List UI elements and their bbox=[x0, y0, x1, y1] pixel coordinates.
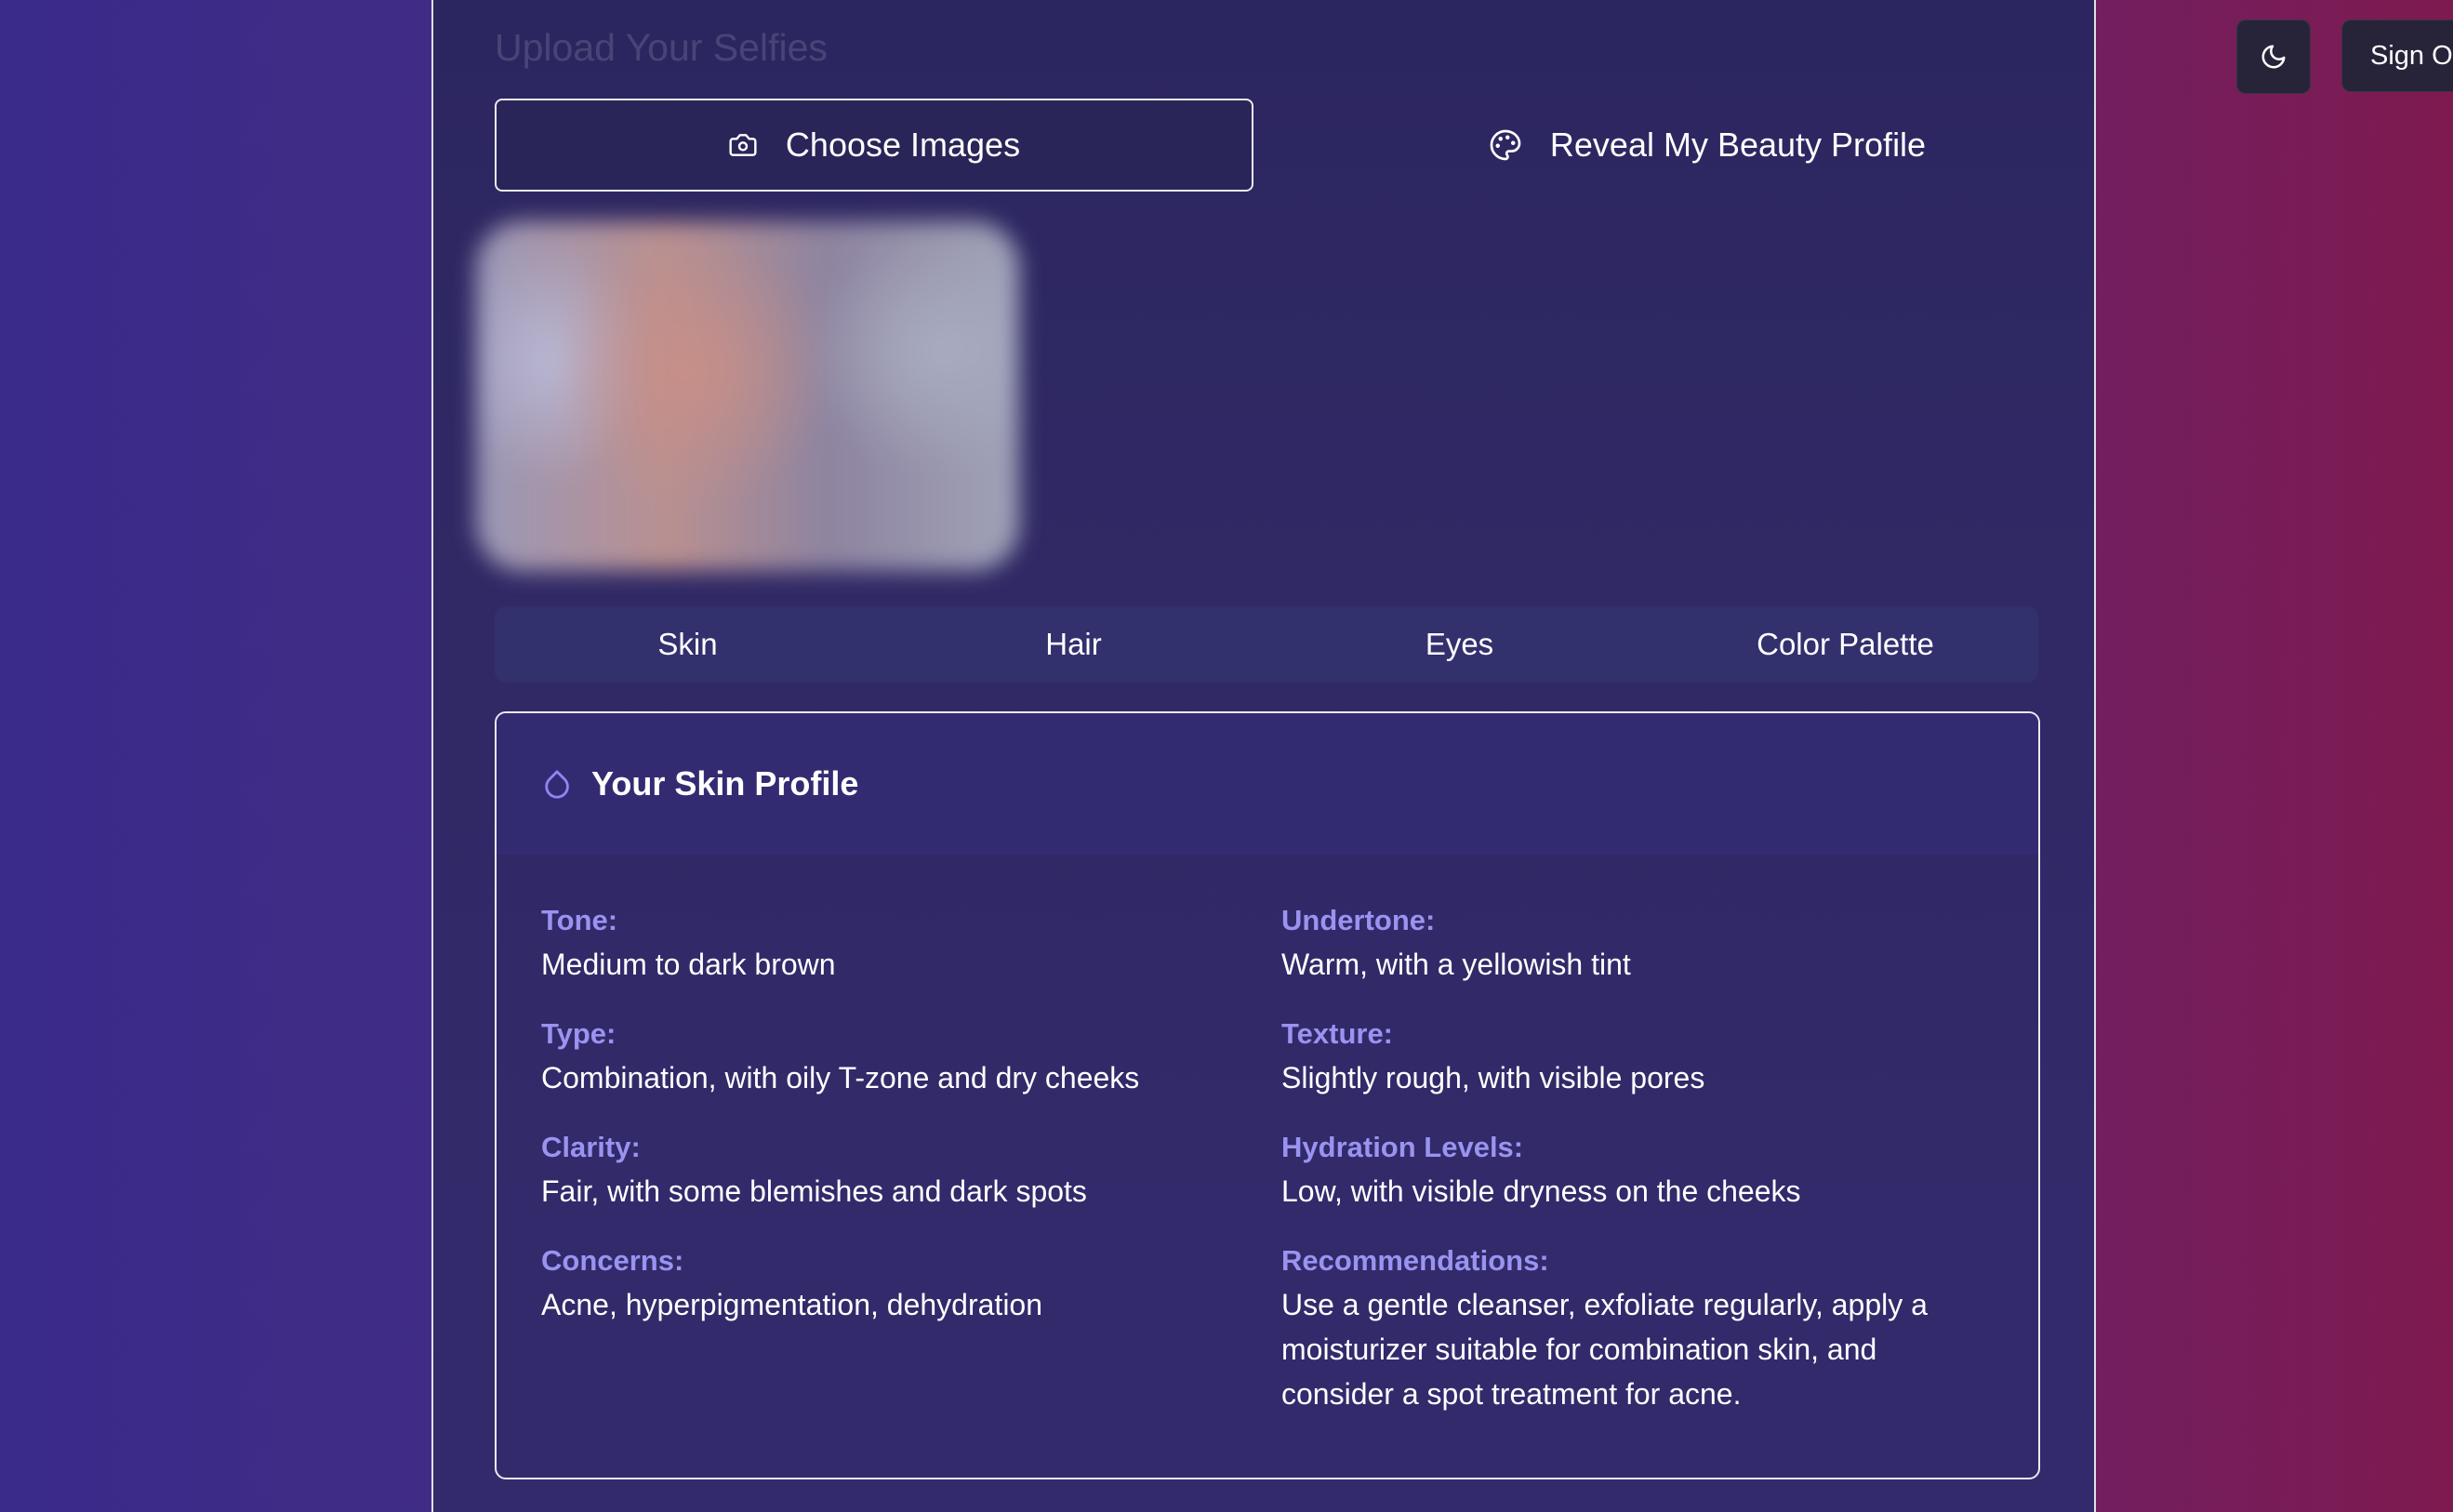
field-undertone: Undertone: Warm, with a yellowish tint bbox=[1281, 899, 1988, 987]
tab-skin[interactable]: Skin bbox=[495, 606, 881, 683]
field-hydration-levels: Hydration Levels: Low, with visible dryn… bbox=[1281, 1126, 1988, 1214]
field-value: Slightly rough, with visible pores bbox=[1281, 1061, 1705, 1094]
reveal-beauty-profile-button[interactable]: Reveal My Beauty Profile bbox=[1438, 99, 1977, 192]
field-type: Type: Combination, with oily T-zone and … bbox=[541, 1013, 1281, 1100]
profile-tabs: Skin Hair Eyes Color Palette bbox=[495, 606, 2038, 683]
field-value: Warm, with a yellowish tint bbox=[1281, 948, 1631, 981]
field-label: Concerns: bbox=[541, 1244, 684, 1277]
reveal-beauty-profile-label: Reveal My Beauty Profile bbox=[1549, 126, 1927, 164]
droplet-icon bbox=[541, 766, 573, 802]
skin-profile-fields: Tone: Medium to dark brown Undertone: Wa… bbox=[497, 855, 2038, 1416]
field-label: Tone: bbox=[541, 904, 618, 936]
field-label: Recommendations: bbox=[1281, 1244, 1549, 1277]
field-label: Type: bbox=[541, 1017, 617, 1050]
skin-profile-card: Your Skin Profile Tone: Medium to dark b… bbox=[495, 711, 2040, 1479]
field-recommendations: Recommendations: Use a gentle cleanser, … bbox=[1281, 1240, 1988, 1416]
tab-color-palette[interactable]: Color Palette bbox=[1652, 606, 2038, 683]
field-texture: Texture: Slightly rough, with visible po… bbox=[1281, 1013, 1988, 1100]
field-value: Combination, with oily T-zone and dry ch… bbox=[541, 1061, 1140, 1094]
field-value: Low, with visible dryness on the cheeks bbox=[1281, 1174, 1801, 1208]
field-tone: Tone: Medium to dark brown bbox=[541, 899, 1281, 987]
selfie-thumbnail[interactable] bbox=[476, 221, 1019, 571]
field-value: Use a gentle cleanser, exfoliate regular… bbox=[1281, 1288, 1928, 1411]
tab-hair[interactable]: Hair bbox=[881, 606, 1266, 683]
field-value: Medium to dark brown bbox=[541, 948, 836, 981]
field-clarity: Clarity: Fair, with some blemishes and d… bbox=[541, 1126, 1281, 1214]
tab-eyes[interactable]: Eyes bbox=[1266, 606, 1652, 683]
sign-out-button[interactable]: Sign Out bbox=[2341, 20, 2453, 92]
upload-section-title: Upload Your Selfies bbox=[495, 26, 828, 69]
main-panel: Upload Your Selfies Choose Images Reveal… bbox=[431, 0, 2096, 1512]
theme-toggle-button[interactable] bbox=[2236, 20, 2311, 94]
field-value: Acne, hyperpigmentation, dehydration bbox=[541, 1288, 1043, 1321]
palette-icon bbox=[1489, 128, 1522, 162]
field-label: Texture: bbox=[1281, 1017, 1394, 1050]
field-label: Undertone: bbox=[1281, 904, 1436, 936]
field-label: Clarity: bbox=[541, 1131, 641, 1163]
choose-images-button[interactable]: Choose Images bbox=[495, 99, 1253, 192]
skin-profile-title: Your Skin Profile bbox=[591, 764, 859, 802]
skin-profile-header: Your Skin Profile bbox=[497, 713, 2038, 855]
choose-images-label: Choose Images bbox=[785, 126, 1021, 164]
field-concerns: Concerns: Acne, hyperpigmentation, dehyd… bbox=[541, 1240, 1281, 1416]
camera-icon bbox=[728, 130, 758, 160]
field-label: Hydration Levels: bbox=[1281, 1131, 1524, 1163]
moon-icon bbox=[2260, 43, 2287, 71]
field-value: Fair, with some blemishes and dark spots bbox=[541, 1174, 1087, 1208]
